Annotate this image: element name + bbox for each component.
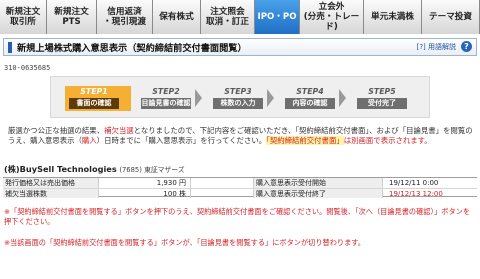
tab-order-inquiry[interactable]: 注文照会 取消・訂正: [201, 0, 255, 34]
note-1: ※「契約締結前交付書面を閲覧する」ボタンを押下のうえ、契約締結前交付書面をご確認…: [4, 207, 471, 226]
tab-off-floor[interactable]: 立会外 (分売・トレード): [300, 0, 364, 34]
price-label: 発行価格又は売出価格: [3, 178, 99, 188]
price-value: 1,930 円: [99, 178, 191, 188]
table-row: 補欠当選株数 100 株 購入意思表示受付終了 19/12/13 12:00: [3, 188, 477, 198]
page-title-bar: 新規上場株式購入意思表示（契約締結前交付書面閲覧） [?] 用語解説 ?: [3, 38, 477, 56]
tab-new-order-exchange[interactable]: 新規注文 取引所: [0, 0, 47, 34]
step-5: STEP5 受付完了: [353, 86, 413, 111]
note-2: ※当該画面の「契約締結前交付書面を閲覧する」ボタンが、「目論見書を閲覧する」にボ…: [4, 238, 365, 247]
glossary-link[interactable]: [?] 用語解説: [417, 42, 456, 52]
step-arrow-icon: [195, 89, 202, 107]
tab-new-order-pts[interactable]: 新規注文 PTS: [47, 0, 97, 34]
step-3-head: STEP3: [224, 87, 252, 96]
tab-margin-settlement[interactable]: 信用返済 ・現引現渡: [97, 0, 153, 34]
notice-red: 購入: [81, 136, 97, 145]
notice-part3: ）日時までに「購入意思表示」を行ってください。: [96, 136, 267, 145]
stock-name: (株)BuySell Technologies (7685) 東証マザーズ: [4, 163, 185, 175]
tab-holdings[interactable]: 保有株式: [153, 0, 201, 34]
notice-text: 厳選かつ公正な抽選の結果、補欠当選となりましたので、下記内容をご確認いただき、「…: [8, 126, 476, 146]
step-indicator: STEP1 書面の確認 STEP2 目論見書の確認 STEP3 株数の入力 ST…: [50, 76, 430, 118]
help-icon[interactable]: ?: [461, 41, 472, 52]
main-nav: 新規注文 取引所 新規注文 PTS 信用返済 ・現引現渡 保有株式 注文照会 取…: [0, 0, 480, 34]
step-1-label: 書面の確認: [69, 98, 119, 109]
start-label: 購入意思表示受付開始: [253, 178, 383, 188]
tab-ipo-po[interactable]: IPO・PO: [255, 0, 300, 34]
step-4: STEP4 内容の確認: [281, 86, 347, 111]
step-2-label: 目論見書の確認: [141, 98, 191, 109]
info-table: 発行価格又は売出価格 1,930 円 購入意思表示受付開始 19/12/11 0…: [3, 177, 477, 198]
shares-label: 補欠当選株数: [3, 189, 99, 198]
step-arrow-icon: [339, 89, 346, 107]
step-4-head: STEP4: [296, 87, 324, 96]
stock-company: (株)BuySell Technologies: [4, 164, 117, 174]
page-title: 新規上場株式購入意思表示（契約締結前交付書面閲覧）: [17, 43, 247, 54]
step-2-head: STEP2: [152, 87, 180, 96]
end-label: 購入意思表示受付終了: [253, 189, 383, 198]
step-3-label: 株数の入力: [213, 98, 263, 109]
notice-mark: 「契約締結前交付書面」: [266, 136, 344, 145]
step-1-head: STEP1: [65, 86, 123, 97]
tab-theme-invest[interactable]: テーマ投資: [422, 0, 480, 34]
page-code: 310-0635685: [4, 64, 51, 72]
step-1: STEP1 書面の確認: [65, 86, 131, 111]
step-5-label: 受付完了: [357, 98, 407, 109]
step-2: STEP2 目論見書の確認: [137, 86, 203, 111]
notice-part4: は別画面で表示されます。: [343, 136, 432, 145]
step-3: STEP3 株数の入力: [209, 86, 275, 111]
end-value: 19/12/13 12:00: [389, 190, 443, 198]
start-value: 19/12/11 0:00: [389, 179, 439, 187]
step-4-label: 内容の確認: [285, 98, 335, 109]
notice-highlight: 補欠当選: [104, 126, 134, 135]
shares-value: 100 株: [99, 189, 191, 198]
stock-code-market: (7685) 東証マザーズ: [119, 166, 185, 174]
step-5-head: STEP5: [368, 87, 396, 96]
notice-part1: 厳選かつ公正な抽選の結果、: [8, 126, 105, 135]
title-marker: [8, 41, 12, 53]
tab-odd-lot[interactable]: 単元未満株: [364, 0, 422, 34]
step-arrow-icon: [267, 89, 274, 107]
step-arrow-icon: [123, 89, 130, 107]
table-row: 発行価格又は売出価格 1,930 円 購入意思表示受付開始 19/12/11 0…: [3, 178, 477, 188]
